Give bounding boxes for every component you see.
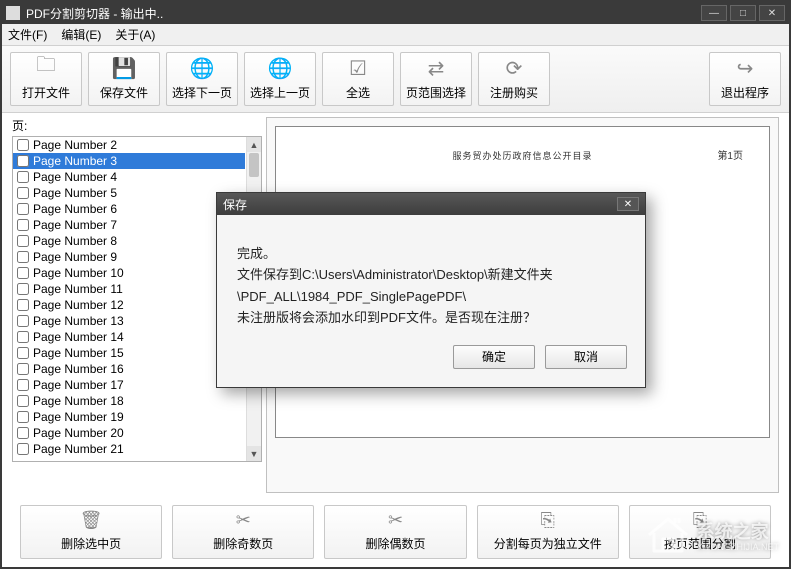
dialog-backdrop: 保存 ✕ 完成。 文件保存到C:\Users\Administrator\Des… — [2, 2, 789, 567]
dialog-ok-button[interactable]: 确定 — [453, 345, 535, 369]
dialog-line2: 文件保存到C:\Users\Administrator\Desktop\新建文件… — [237, 264, 625, 285]
dialog-line4: 未注册版将会添加水印到PDF文件。是否现在注册？ — [237, 307, 625, 328]
dialog-cancel-button[interactable]: 取消 — [545, 345, 627, 369]
dialog-line1: 完成。 — [237, 243, 625, 264]
dialog-line3: \PDF_ALL\1984_PDF_SinglePagePDF\ — [237, 286, 625, 307]
dialog-title-text: 保存 — [223, 196, 617, 213]
dialog-close-button[interactable]: ✕ — [617, 197, 639, 211]
dialog-button-row: 确定 取消 — [217, 345, 645, 387]
dialog-titlebar: 保存 ✕ — [217, 193, 645, 215]
dialog-body: 完成。 文件保存到C:\Users\Administrator\Desktop\… — [217, 215, 645, 345]
save-dialog: 保存 ✕ 完成。 文件保存到C:\Users\Administrator\Des… — [216, 192, 646, 388]
